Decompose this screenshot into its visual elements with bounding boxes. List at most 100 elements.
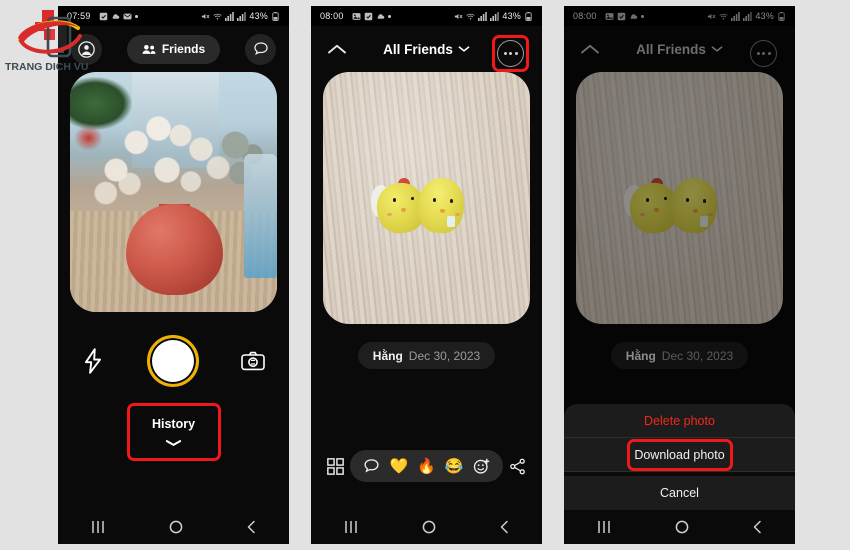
- caption-name: Hằng: [372, 348, 403, 363]
- status-bar: 08:00 43%: [311, 6, 542, 26]
- wifi-icon: [213, 13, 222, 19]
- photo-vase: [125, 204, 224, 296]
- screenshot-stage: TRANG DICH VU 07:59 43% Friends History …: [0, 0, 850, 550]
- all-friends-label: All Friends: [383, 41, 453, 57]
- image-icon: [352, 12, 360, 20]
- friends-filter-button[interactable]: Friends: [126, 34, 221, 64]
- chat-button[interactable]: [245, 33, 276, 65]
- android-navbar: [311, 510, 542, 544]
- fire-emoji[interactable]: 🔥: [417, 459, 436, 474]
- recents-icon[interactable]: [343, 520, 359, 534]
- caption-date: Dec 30, 2023: [408, 348, 481, 363]
- camera-flip-icon[interactable]: [241, 351, 265, 371]
- add-reaction-icon[interactable]: [473, 458, 490, 475]
- signal-icon: [478, 11, 488, 21]
- cloud-icon: [377, 13, 384, 19]
- wifi-icon: [719, 13, 728, 19]
- signal-icon: [490, 11, 500, 21]
- dot-icon: [640, 14, 644, 18]
- photo-wrap: [564, 72, 795, 324]
- home-icon[interactable]: [422, 520, 436, 534]
- home-icon[interactable]: [169, 520, 183, 534]
- yellow-heart-emoji[interactable]: 💛: [389, 459, 408, 474]
- battery-percent: 43%: [249, 11, 268, 21]
- battery-percent: 43%: [755, 11, 774, 21]
- delete-photo-item[interactable]: Delete photo: [564, 404, 795, 438]
- more-options-button[interactable]: [750, 40, 777, 67]
- photo-wrap: [311, 72, 542, 324]
- chick-eye: [432, 198, 436, 202]
- shutter-button[interactable]: [146, 335, 199, 387]
- download-photo-item[interactable]: Download photo: [564, 438, 795, 472]
- battery-icon: [272, 11, 279, 21]
- cloud-icon: [112, 13, 119, 19]
- chevron-down-icon: [458, 46, 470, 52]
- photo-caption: Hằng Dec 30, 2023: [610, 342, 749, 369]
- status-time: 08:00: [320, 11, 344, 21]
- caption-name: Hằng: [625, 348, 656, 363]
- dot-icon: [134, 14, 138, 18]
- people-icon: [142, 44, 156, 54]
- chat-bubble-icon: [253, 42, 268, 56]
- android-navbar: [564, 510, 795, 544]
- mute-icon: [708, 13, 716, 19]
- photo-view-header: All Friends: [564, 26, 795, 72]
- reaction-toolbar: 💛 🔥 😂: [311, 450, 542, 482]
- history-button[interactable]: History: [126, 403, 221, 461]
- chick-eye: [685, 198, 689, 202]
- friend-photo[interactable]: [576, 72, 783, 324]
- dot-icon: [762, 52, 765, 55]
- back-icon[interactable]: [246, 520, 257, 534]
- flash-icon[interactable]: [82, 348, 104, 374]
- dot-icon: [767, 52, 771, 55]
- friends-label: Friends: [161, 42, 206, 56]
- signal-icon: [731, 11, 741, 21]
- dot-icon: [387, 14, 391, 18]
- recents-icon[interactable]: [596, 520, 612, 534]
- android-navbar: [58, 510, 289, 544]
- laughing-emoji[interactable]: 😂: [445, 459, 464, 474]
- photo-preview-wrap: [58, 72, 289, 312]
- share-icon[interactable]: [509, 458, 526, 475]
- chick-held-item: [700, 215, 709, 227]
- grid-icon[interactable]: [327, 457, 344, 475]
- cancel-label: Cancel: [660, 486, 699, 500]
- mute-icon: [202, 13, 210, 19]
- photo-action-sheet: Delete photo Download photo Cancel: [564, 404, 795, 510]
- checkbox-icon: [617, 12, 625, 20]
- home-icon[interactable]: [675, 520, 689, 534]
- battery-icon: [778, 11, 785, 21]
- back-icon[interactable]: [752, 520, 763, 534]
- cancel-item[interactable]: Cancel: [564, 476, 795, 510]
- caption-wrap: Hằng Dec 30, 2023: [564, 342, 795, 369]
- mute-icon: [455, 13, 463, 19]
- chick-beak: [400, 208, 406, 213]
- all-friends-label: All Friends: [636, 41, 706, 57]
- checkbox-icon: [99, 12, 107, 20]
- friend-photo[interactable]: [323, 72, 530, 324]
- chevron-up-icon[interactable]: [327, 43, 347, 55]
- phone-panel-camera: 07:59 43% Friends History: [58, 6, 289, 544]
- reactions-pill: 💛 🔥 😂: [350, 450, 503, 482]
- chevron-down-icon: [165, 440, 182, 446]
- back-icon[interactable]: [499, 520, 510, 534]
- mail-icon: [123, 13, 132, 19]
- caption-wrap: Hằng Dec 30, 2023: [311, 342, 542, 369]
- watermark-logo: TRANG DICH VU: [4, 6, 96, 78]
- signal-icon: [743, 11, 753, 21]
- history-label: History: [151, 417, 196, 431]
- cloud-icon: [630, 13, 637, 19]
- photo-view-header: All Friends: [311, 26, 542, 72]
- phone-panel-photo-view: 08:00 43% All Friends Hằng Dec 30, 2023 …: [311, 6, 542, 544]
- chevron-up-icon[interactable]: [580, 43, 600, 55]
- signal-icon: [237, 11, 247, 21]
- battery-percent: 43%: [502, 11, 521, 21]
- download-photo-label: Download photo: [634, 447, 725, 462]
- chat-bubble-icon[interactable]: [363, 458, 380, 474]
- status-time: 08:00: [573, 11, 597, 21]
- chick-beak: [653, 208, 659, 213]
- chevron-down-icon: [711, 46, 723, 52]
- recents-icon[interactable]: [90, 520, 106, 534]
- camera-photo[interactable]: [70, 72, 277, 312]
- camera-controls: [58, 335, 289, 387]
